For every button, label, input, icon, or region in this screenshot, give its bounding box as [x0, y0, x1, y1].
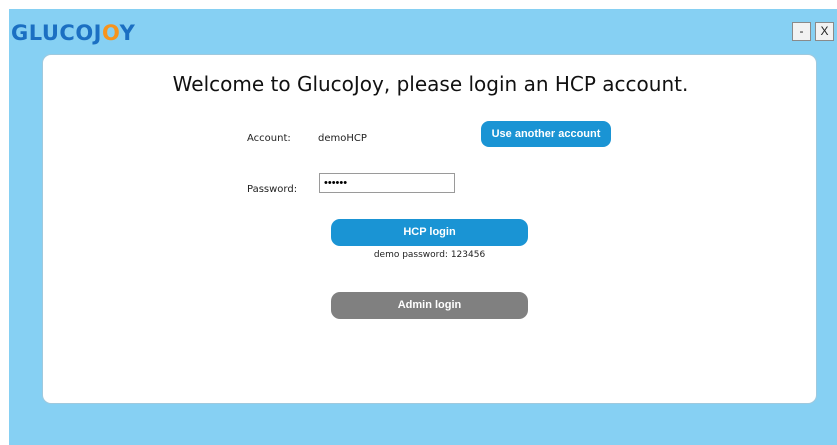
glucojoy-logo: GLUCOJOY: [11, 21, 135, 45]
password-field[interactable]: [319, 173, 455, 193]
password-label: Password:: [247, 184, 298, 195]
demo-password-hint: demo password: 123456: [373, 250, 486, 260]
use-another-account-button[interactable]: Use another account: [481, 121, 611, 147]
admin-login-button[interactable]: Admin login: [331, 292, 528, 319]
hcp-login-button[interactable]: HCP login: [331, 219, 528, 246]
account-value: demoHCP: [318, 133, 367, 144]
app-frame: GLUCOJOY - X Welcome to GlucoJoy, please…: [9, 9, 837, 445]
close-button[interactable]: X: [815, 22, 834, 41]
page-title: Welcome to GlucoJoy, please login an HCP…: [172, 72, 689, 96]
logo-text-start: GLUCOJ: [11, 21, 102, 45]
minimize-button[interactable]: -: [792, 22, 811, 41]
account-label: Account:: [247, 133, 291, 144]
login-panel: Welcome to GlucoJoy, please login an HCP…: [42, 54, 817, 404]
app-window: GLUCOJOY - X Welcome to GlucoJoy, please…: [0, 0, 837, 445]
logo-text-end: Y: [119, 21, 136, 45]
logo-text-accent: O: [102, 21, 120, 45]
